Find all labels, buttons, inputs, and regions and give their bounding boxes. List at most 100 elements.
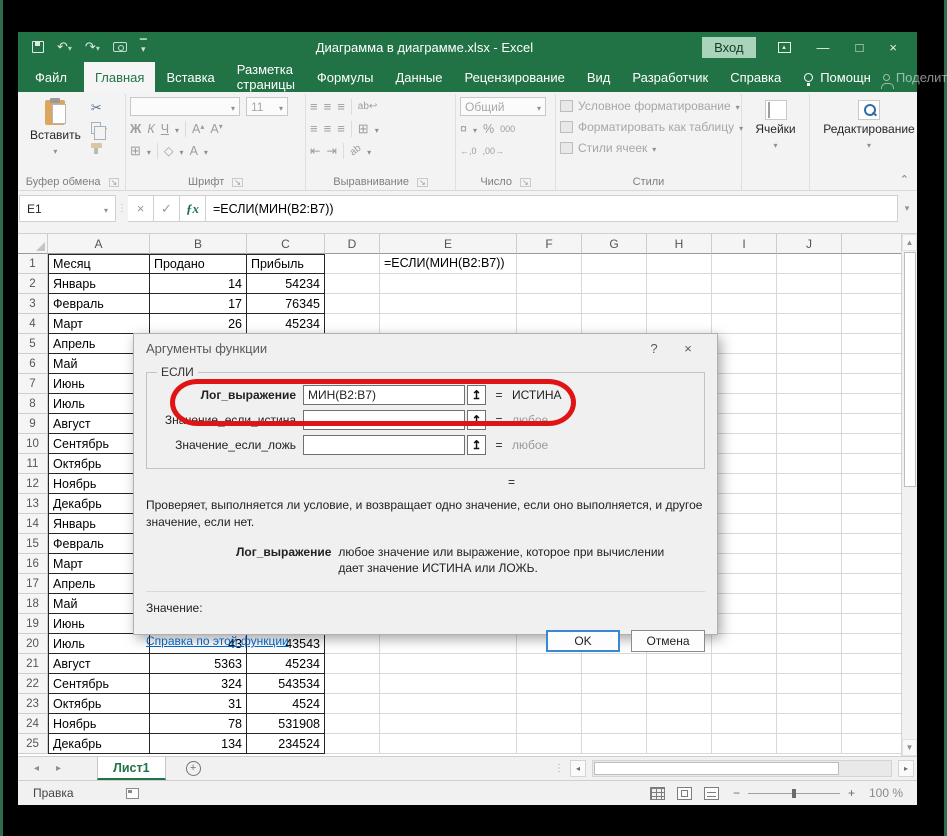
- cell-k[interactable]: [842, 474, 901, 494]
- shrink-font-button[interactable]: А▾: [210, 122, 222, 136]
- underline-button[interactable]: Ч: [161, 122, 169, 136]
- dialog-launcher-icon[interactable]: [109, 176, 120, 188]
- styles-menu-item[interactable]: Условное форматирование: [560, 96, 743, 116]
- cell-k[interactable]: [842, 374, 901, 394]
- font-color-button[interactable]: А: [190, 144, 198, 158]
- cell-j[interactable]: [777, 454, 842, 474]
- ribbon-tab[interactable]: Данные: [385, 62, 454, 92]
- cell-k[interactable]: [842, 314, 901, 334]
- insert-function-button[interactable]: ƒx: [180, 195, 206, 222]
- ribbon-tab[interactable]: Вставка: [155, 62, 225, 92]
- cell-i[interactable]: [712, 634, 777, 654]
- minimize-button[interactable]: —: [817, 40, 830, 55]
- cell-i[interactable]: [712, 374, 777, 394]
- cell-k[interactable]: [842, 434, 901, 454]
- cell-j[interactable]: [777, 474, 842, 494]
- cells-button[interactable]: Ячейки: [749, 96, 801, 173]
- cell-k[interactable]: [842, 454, 901, 474]
- cell-c[interactable]: 531908: [247, 714, 325, 734]
- cell-d[interactable]: [325, 274, 380, 294]
- cell-k[interactable]: [842, 714, 901, 734]
- orientation-button[interactable]: ab: [348, 143, 364, 159]
- cell-c[interactable]: 4524: [247, 694, 325, 714]
- cell-i[interactable]: [712, 474, 777, 494]
- align-top-icon[interactable]: [310, 98, 318, 116]
- cell-i[interactable]: [712, 394, 777, 414]
- zoom-level[interactable]: 100 %: [869, 786, 903, 800]
- cell-g[interactable]: [582, 254, 647, 274]
- italic-button[interactable]: К: [147, 122, 154, 136]
- cell-b[interactable]: 78: [150, 714, 247, 734]
- cell-h[interactable]: [647, 694, 712, 714]
- column-header[interactable]: F: [517, 234, 582, 254]
- cell-d[interactable]: [325, 254, 380, 274]
- align-middle-icon[interactable]: [324, 98, 332, 116]
- cell-f[interactable]: [517, 734, 582, 754]
- grow-font-button[interactable]: А▴: [192, 122, 204, 136]
- scroll-up-icon[interactable]: ▲: [902, 234, 917, 251]
- cell-j[interactable]: [777, 594, 842, 614]
- cell-j[interactable]: [777, 494, 842, 514]
- align-bottom-icon[interactable]: [337, 98, 345, 116]
- cell-i[interactable]: [712, 574, 777, 594]
- zoom-slider[interactable]: [747, 788, 840, 798]
- cell-j[interactable]: [777, 714, 842, 734]
- cell-f[interactable]: [517, 714, 582, 734]
- cell-k[interactable]: [842, 254, 901, 274]
- cell-c[interactable]: 54234: [247, 274, 325, 294]
- name-box[interactable]: E1: [19, 195, 116, 222]
- cell-d[interactable]: [325, 734, 380, 754]
- cell-j[interactable]: [777, 574, 842, 594]
- select-all-corner[interactable]: [18, 234, 48, 254]
- cell-j[interactable]: [777, 254, 842, 274]
- wrap-text-button[interactable]: ab↩: [358, 101, 378, 112]
- dialog-launcher-icon[interactable]: [232, 176, 243, 188]
- cell-i[interactable]: [712, 734, 777, 754]
- assistant-button[interactable]: Помощн: [792, 62, 883, 92]
- cell-j[interactable]: [777, 654, 842, 674]
- increase-indent-button[interactable]: ⇥: [326, 143, 336, 158]
- cell-i[interactable]: [712, 674, 777, 694]
- cell-i[interactable]: [712, 454, 777, 474]
- currency-format-button[interactable]: ¤: [460, 122, 467, 136]
- expand-formula-bar-icon[interactable]: ▾: [898, 195, 916, 222]
- cell-i[interactable]: [712, 514, 777, 534]
- cell-a[interactable]: Ноябрь: [48, 714, 150, 734]
- align-left-icon[interactable]: [310, 120, 318, 138]
- cell-i[interactable]: [712, 294, 777, 314]
- dialog-launcher-icon[interactable]: [520, 176, 531, 188]
- cell-j[interactable]: [777, 354, 842, 374]
- cell-a[interactable]: Август: [48, 654, 150, 674]
- cell-e[interactable]: [380, 314, 517, 334]
- cell-i[interactable]: [712, 314, 777, 334]
- row-header[interactable]: 21: [18, 654, 48, 674]
- font-name-combo[interactable]: [130, 97, 240, 116]
- argument-input[interactable]: МИН(B2:B7): [303, 385, 465, 405]
- cell-a[interactable]: Февраль: [48, 294, 150, 314]
- cell-f[interactable]: [517, 674, 582, 694]
- cell-j[interactable]: [777, 374, 842, 394]
- column-header[interactable]: E: [380, 234, 517, 254]
- cell-k[interactable]: [842, 594, 901, 614]
- cell-h[interactable]: [647, 674, 712, 694]
- scroll-down-icon[interactable]: ▼: [902, 739, 917, 756]
- cell-b[interactable]: 5363: [150, 654, 247, 674]
- cell-i[interactable]: [712, 414, 777, 434]
- cell-i[interactable]: [712, 594, 777, 614]
- cell-i[interactable]: [712, 534, 777, 554]
- vertical-scroll-thumb[interactable]: [903, 252, 916, 487]
- cell-d[interactable]: [325, 674, 380, 694]
- page-layout-view-icon[interactable]: [676, 786, 692, 800]
- ribbon-display-options-icon[interactable]: ▴: [777, 41, 791, 53]
- zoom-out-icon[interactable]: −: [733, 786, 740, 800]
- dialog-launcher-icon[interactable]: [417, 176, 428, 188]
- cell-g[interactable]: [582, 714, 647, 734]
- formula-bar-drag-handle[interactable]: ⋮: [116, 195, 128, 222]
- row-header[interactable]: 10: [18, 434, 48, 454]
- cell-a[interactable]: Месяц: [48, 254, 150, 274]
- row-header[interactable]: 25: [18, 734, 48, 754]
- merge-center-button[interactable]: [358, 120, 369, 138]
- fill-color-button[interactable]: ◇: [164, 143, 174, 158]
- column-header[interactable]: B: [150, 234, 247, 254]
- cell-c[interactable]: 543534: [247, 674, 325, 694]
